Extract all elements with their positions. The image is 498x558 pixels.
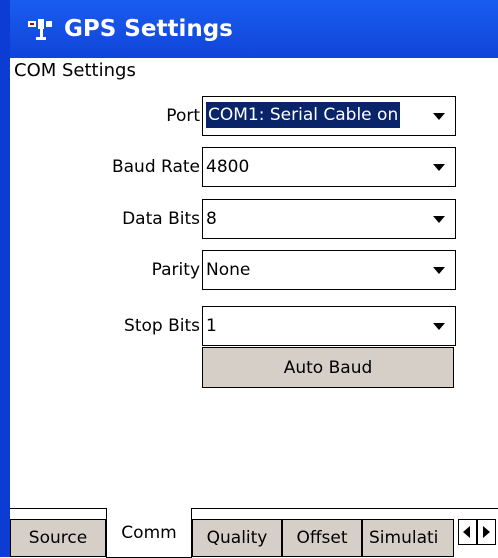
baud-rate-dropdown[interactable]: 4800 — [202, 147, 456, 187]
tab-simulation[interactable]: Simulati — [362, 519, 454, 557]
baud-rate-label: Baud Rate — [111, 157, 200, 177]
chevron-down-icon[interactable] — [425, 99, 453, 133]
section-label: COM Settings — [14, 60, 136, 81]
data-bits-label: Data Bits — [122, 209, 200, 229]
stop-bits-value: 1 — [206, 316, 217, 336]
parity-value: None — [206, 260, 251, 280]
chevron-down-icon[interactable] — [425, 150, 453, 184]
port-dropdown[interactable]: COM1: Serial Cable on — [202, 96, 456, 136]
tab-scroll-left-icon[interactable] — [458, 519, 477, 545]
baud-rate-row: Baud Rate 4800 — [10, 147, 498, 189]
parity-dropdown[interactable]: None — [202, 250, 456, 290]
stop-bits-dropdown[interactable]: 1 — [202, 306, 456, 346]
tab-quality[interactable]: Quality — [192, 519, 282, 557]
data-bits-dropdown[interactable]: 8 — [202, 199, 456, 239]
tab-bar: Source Comm Quality Offset Simulati — [10, 508, 498, 558]
port-label: Port — [166, 106, 200, 126]
tab-comm[interactable]: Comm — [106, 508, 192, 558]
stop-bits-row: Stop Bits 1 — [10, 306, 498, 348]
parity-row: Parity None — [10, 250, 498, 292]
data-bits-row: Data Bits 8 — [10, 199, 498, 241]
stop-bits-label: Stop Bits — [124, 316, 200, 336]
baud-rate-value: 4800 — [206, 157, 250, 177]
port-row: Port COM1: Serial Cable on — [10, 96, 498, 138]
tab-scroll-right-icon[interactable] — [477, 519, 496, 545]
chevron-down-icon[interactable] — [425, 253, 453, 287]
port-value: COM1: Serial Cable on — [206, 102, 401, 128]
auto-baud-button[interactable]: Auto Baud — [202, 347, 454, 388]
parity-label: Parity — [151, 260, 200, 280]
tab-offset[interactable]: Offset — [282, 519, 362, 557]
tab-source[interactable]: Source — [10, 519, 106, 557]
window-title: GPS Settings — [64, 16, 233, 42]
window-left-border — [0, 0, 10, 557]
satellite-icon — [26, 15, 54, 43]
data-bits-value: 8 — [206, 209, 217, 229]
chevron-down-icon[interactable] — [425, 202, 453, 236]
title-bar: GPS Settings — [10, 0, 498, 58]
chevron-down-icon[interactable] — [425, 309, 453, 343]
